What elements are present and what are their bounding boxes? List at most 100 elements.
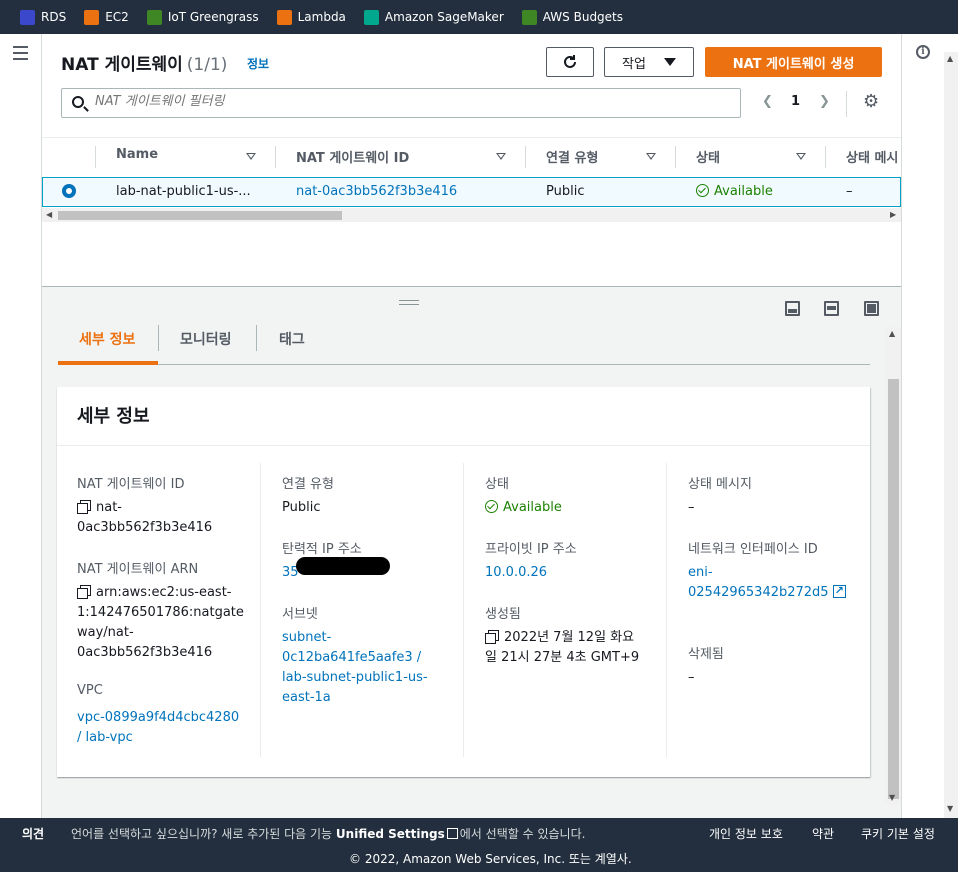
- next-page-button[interactable]: ❯: [819, 94, 830, 109]
- tab-divider: [256, 325, 257, 351]
- resize-handle-icon[interactable]: [399, 300, 419, 308]
- row-radio-selected[interactable]: [62, 184, 76, 198]
- actions-dropdown[interactable]: 작업: [604, 47, 694, 77]
- row-connectivity: Public: [546, 184, 585, 199]
- column-header-connectivity[interactable]: 연결 유형: [546, 147, 598, 166]
- panel-side-icon[interactable]: [824, 301, 839, 316]
- info-icon[interactable]: i: [916, 45, 930, 59]
- state-label: 상태: [485, 477, 509, 492]
- scroll-down-icon[interactable]: ▼: [889, 793, 895, 802]
- tab-tags[interactable]: 태그: [279, 329, 305, 349]
- column-divider: [525, 146, 526, 168]
- panel-bottom-icon[interactable]: [785, 301, 800, 316]
- active-tab-indicator: [58, 361, 158, 365]
- check-circle-icon: [485, 500, 498, 513]
- column-header-state[interactable]: 상태: [696, 147, 720, 166]
- row-name: lab-nat-public1-us-...: [116, 184, 251, 199]
- scrollbar-thumb[interactable]: [888, 379, 899, 799]
- column-header-message[interactable]: 상태 메시: [846, 147, 898, 166]
- copyright: © 2022, Amazon Web Services, Inc. 또는 계열사…: [349, 852, 632, 866]
- tab-monitoring[interactable]: 모니터링: [180, 329, 232, 349]
- tools-panel: i ▲ ▼: [901, 34, 958, 818]
- state-message-label: 상태 메시지: [688, 477, 752, 492]
- favorite-budgets[interactable]: AWS Budgets: [521, 9, 623, 25]
- sort-icon[interactable]: [496, 153, 506, 160]
- scroll-down-icon[interactable]: ▼: [947, 804, 953, 813]
- column-divider: [95, 146, 96, 168]
- lambda-icon: [276, 9, 292, 25]
- column-divider: [825, 146, 826, 168]
- copy-icon[interactable]: [77, 585, 91, 599]
- scroll-up-icon[interactable]: ▲: [889, 329, 895, 338]
- privacy-link[interactable]: 개인 정보 보호: [709, 825, 783, 842]
- page-scrollbar[interactable]: ▲ ▼: [944, 52, 958, 818]
- connectivity-label: 연결 유형: [282, 477, 334, 492]
- menu-icon[interactable]: [13, 46, 28, 64]
- nat-id-label: NAT 게이트웨이 ID: [77, 477, 185, 492]
- table-header: Name NAT 게이트웨이 ID 연결 유형 상태 상태 메시: [42, 137, 901, 177]
- details-column-2: 연결 유형 Public 탄력적 IP 주소 35 서브넷 subnet- 0c1…: [282, 463, 484, 757]
- table-row[interactable]: lab-nat-public1-us-... nat-0ac3bb562f3b3…: [42, 177, 901, 207]
- sort-icon[interactable]: [246, 153, 256, 160]
- divider: [57, 445, 870, 446]
- column-divider: [666, 463, 667, 757]
- horizontal-scrollbar[interactable]: ◀ ▶: [42, 208, 901, 222]
- filter-input[interactable]: [95, 94, 715, 109]
- eni-link[interactable]: eni- 02542965342b272d5: [688, 563, 846, 603]
- create-nat-gateway-button[interactable]: NAT 게이트웨이 생성: [705, 47, 882, 77]
- scroll-up-icon[interactable]: ▲: [947, 54, 953, 63]
- details-column-4: 상태 메시지 – 네트워크 인터페이스 ID eni- 02542965342b2…: [688, 463, 890, 757]
- column-header-id[interactable]: NAT 게이트웨이 ID: [296, 147, 409, 166]
- rds-icon: [20, 9, 35, 25]
- page-number[interactable]: 1: [791, 94, 800, 109]
- sort-icon[interactable]: [796, 153, 806, 160]
- favorite-sagemaker[interactable]: Amazon SageMaker: [363, 9, 504, 25]
- caret-down-icon: [663, 58, 676, 66]
- budgets-icon: [521, 9, 537, 25]
- column-divider: [675, 146, 676, 168]
- favorite-lambda[interactable]: Lambda: [276, 9, 346, 25]
- favorite-iot-greengrass[interactable]: IoT Greengrass: [146, 9, 259, 25]
- detail-tabs: 세부 정보 모니터링 태그: [58, 319, 870, 365]
- iot-greengrass-icon: [146, 9, 162, 25]
- row-state: Available: [696, 184, 773, 199]
- sort-icon[interactable]: [646, 153, 656, 160]
- nat-id-value: nat- 0ac3bb562f3b3e416: [77, 500, 213, 535]
- favorite-rds[interactable]: RDS: [20, 9, 66, 25]
- ec2-icon: [84, 9, 100, 25]
- column-header-name[interactable]: Name: [116, 147, 158, 162]
- search-icon: [72, 96, 84, 108]
- deleted-label: 삭제됨: [688, 647, 724, 662]
- copy-icon[interactable]: [485, 630, 499, 644]
- settings-gear-icon[interactable]: ⚙: [863, 91, 879, 112]
- private-ip-label: 프라이빗 IP 주소: [485, 542, 577, 557]
- tab-details[interactable]: 세부 정보: [79, 329, 135, 349]
- favorites-bar: RDS EC2 IoT Greengrass Lambda Amazon Sag…: [0, 0, 958, 34]
- row-nat-id-link[interactable]: nat-0ac3bb562f3b3e416: [296, 184, 457, 199]
- vpc-link[interactable]: vpc-0899a9f4d4cbc4280/ lab-vpc: [77, 708, 239, 748]
- vertical-scrollbar[interactable]: ▲ ▼: [885, 327, 901, 805]
- prev-page-button[interactable]: ❮: [762, 94, 773, 109]
- terms-link[interactable]: 약관: [812, 825, 834, 842]
- refresh-button[interactable]: [546, 47, 594, 77]
- panel-full-icon[interactable]: [864, 301, 879, 316]
- scrollbar-thumb[interactable]: [58, 211, 342, 220]
- details-title: 세부 정보: [77, 406, 150, 427]
- private-ip-value[interactable]: 10.0.0.26: [485, 563, 547, 583]
- column-divider: [275, 146, 276, 168]
- copy-icon[interactable]: [77, 500, 91, 514]
- details-card: 세부 정보 NAT 게이트웨이 ID nat- 0ac3bb562f3b3e416…: [57, 387, 870, 777]
- info-link[interactable]: 정보: [247, 55, 269, 72]
- subnet-link[interactable]: subnet- 0c12ba641fe5aafe3 /lab-subnet-pub…: [282, 628, 428, 708]
- scroll-left-icon[interactable]: ◀: [46, 210, 52, 219]
- feedback-link[interactable]: 의견: [22, 825, 44, 842]
- filter-search[interactable]: [61, 88, 741, 118]
- cookie-preferences-link[interactable]: 쿠키 기본 설정: [861, 825, 935, 842]
- column-divider: [463, 463, 464, 757]
- unified-settings-link[interactable]: Unified Settings: [336, 827, 445, 841]
- favorite-ec2[interactable]: EC2: [84, 9, 129, 25]
- created-value: 2022년 7월 12일 화요 일 21시 27분 4초 GMT+9: [485, 630, 640, 665]
- external-link-icon[interactable]: [832, 581, 846, 601]
- created-label: 생성됨: [485, 607, 521, 622]
- scroll-right-icon[interactable]: ▶: [890, 210, 896, 219]
